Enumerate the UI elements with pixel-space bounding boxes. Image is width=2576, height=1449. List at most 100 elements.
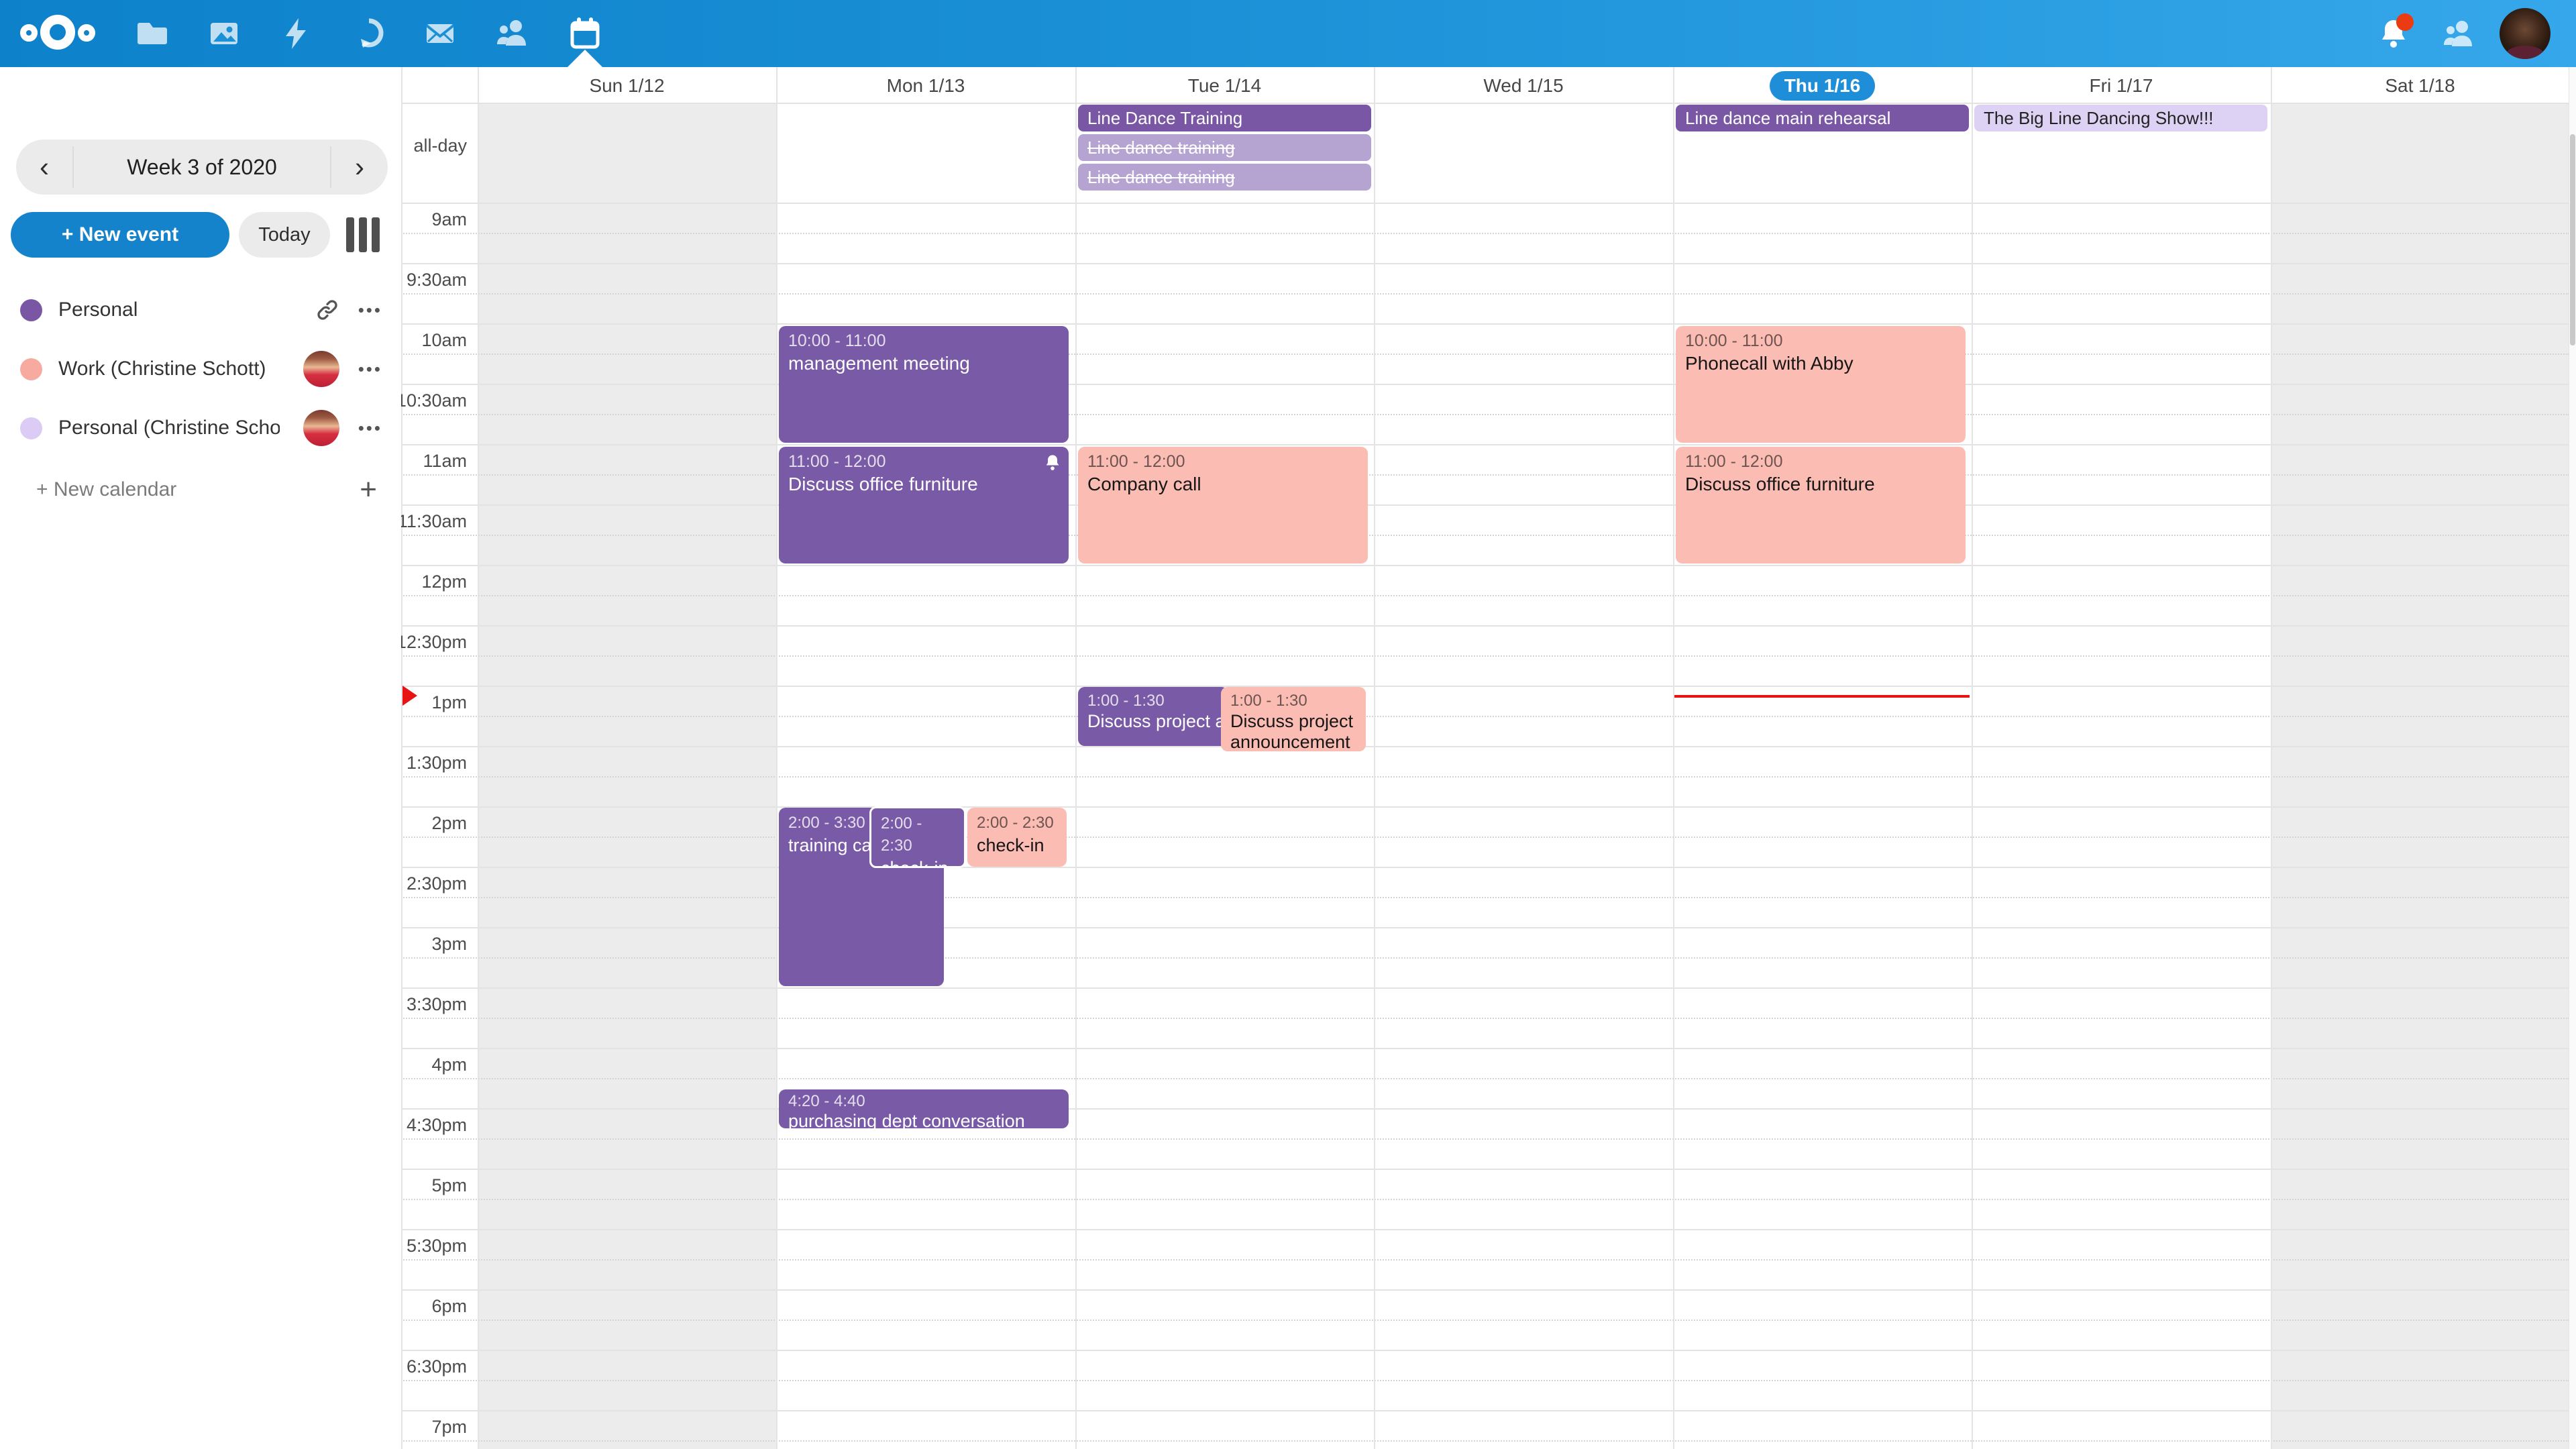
column-border <box>1374 67 1375 1449</box>
day-header-wed: Wed 1/15 <box>1374 67 1673 104</box>
shared-by-avatar <box>303 410 339 446</box>
column-border <box>478 67 479 1449</box>
event-discuss-office-furniture[interactable]: 11:00 - 12:00 Discuss office furniture <box>779 447 1069 564</box>
column-border <box>776 67 777 1449</box>
calendar-color-dot[interactable] <box>20 417 42 439</box>
day-header-fri: Fri 1/17 <box>1972 67 2271 104</box>
calendar-item-work-christine[interactable]: Work (Christine Schott) ••• <box>0 342 401 396</box>
grid-row <box>401 927 2569 987</box>
day-header-thu-today: Thu 1/16 <box>1673 67 1972 104</box>
reminder-bell-icon <box>1043 453 1062 472</box>
grid-row <box>401 203 2569 263</box>
logo-circle <box>20 24 38 42</box>
grid-row <box>401 1289 2569 1350</box>
user-avatar[interactable] <box>2500 8 2551 59</box>
share-link-icon[interactable] <box>315 298 339 322</box>
day-header-sun: Sun 1/12 <box>478 67 776 104</box>
day-header-mon: Mon 1/13 <box>776 67 1075 104</box>
files-icon[interactable] <box>134 16 169 51</box>
today-pill: Thu 1/16 <box>1770 71 1876 101</box>
event-discuss-project-announcement-purple[interactable]: 1:00 - 1:30 Discuss project ann <box>1078 687 1228 746</box>
talk-icon[interactable] <box>352 16 386 51</box>
grid-row <box>401 263 2569 323</box>
now-indicator-arrow <box>402 686 417 706</box>
grid-row <box>401 867 2569 927</box>
calendar-name: Work (Christine Schott) <box>58 358 266 380</box>
app-window: ‹ Week 3 of 2020 › + New event Today Per… <box>0 0 2576 1449</box>
event-purchasing-dept-conversation[interactable]: 4:20 - 4:40 purchasing dept conversation <box>779 1089 1069 1128</box>
event-company-call[interactable]: 11:00 - 12:00 Company call <box>1078 447 1368 564</box>
logo-circle <box>78 24 95 42</box>
view-switcher-week-icon[interactable] <box>346 217 381 252</box>
grid-row <box>401 625 2569 686</box>
calendar-icon[interactable] <box>568 16 602 51</box>
event-management-meeting[interactable]: 10:00 - 11:00 management meeting <box>779 326 1069 443</box>
grid-row <box>401 323 2569 384</box>
grid-row <box>401 1350 2569 1410</box>
new-calendar-row[interactable]: + New calendar + <box>0 463 401 517</box>
grid-row <box>401 1229 2569 1289</box>
grid-row <box>401 504 2569 565</box>
all-day-event[interactable]: Line Dance Training <box>1078 105 1371 131</box>
grid-row <box>401 1169 2569 1229</box>
calendar-menu-icon[interactable]: ••• <box>358 418 382 439</box>
calendar-item-personal-christine[interactable]: Personal (Christine Scho…) ••• <box>0 401 401 455</box>
header-divider <box>401 103 2569 104</box>
all-day-event[interactable]: The Big Line Dancing Show!!! <box>1974 105 2267 131</box>
nextcloud-logo[interactable] <box>20 12 95 55</box>
calendar-menu-icon[interactable]: ••• <box>358 359 382 380</box>
grid-row <box>401 444 2569 504</box>
mail-icon[interactable] <box>423 16 458 51</box>
column-border <box>2271 67 2272 1449</box>
week-switcher: ‹ Week 3 of 2020 › <box>16 140 388 195</box>
grid-row <box>401 1048 2569 1108</box>
scrollbar-thumb[interactable] <box>2570 134 2575 345</box>
all-day-event[interactable]: Line dance main rehearsal <box>1676 105 1969 131</box>
logo-circle <box>40 15 75 50</box>
grid-row <box>401 746 2569 806</box>
column-border <box>1673 67 1674 1449</box>
grid-row <box>401 686 2569 746</box>
column-border <box>1075 67 1077 1449</box>
week-label[interactable]: Week 3 of 2020 <box>74 155 330 180</box>
event-check-in-pink[interactable]: 2:00 - 2:30 check-in <box>967 808 1067 867</box>
shared-by-avatar <box>303 351 339 387</box>
all-day-event-declined[interactable]: Line dance training <box>1078 134 1371 161</box>
calendar-menu-icon[interactable]: ••• <box>358 300 382 321</box>
today-button[interactable]: Today <box>239 212 330 258</box>
day-header-tue: Tue 1/14 <box>1075 67 1374 104</box>
activity-icon[interactable] <box>279 16 314 51</box>
grid-row <box>401 565 2569 625</box>
event-check-in-purple[interactable]: 2:00 - 2:30 check-in <box>869 806 966 868</box>
column-border <box>1972 67 1973 1449</box>
grid-row <box>401 806 2569 867</box>
new-event-button[interactable]: + New event <box>11 212 229 258</box>
plus-icon[interactable]: + <box>360 473 377 506</box>
calendar-color-dot[interactable] <box>20 299 42 321</box>
calendar-name: Personal (Christine Scho…) <box>58 417 280 439</box>
notifications-bell-icon[interactable] <box>2376 16 2411 51</box>
photos-icon[interactable] <box>207 16 241 51</box>
notification-dot <box>2396 13 2414 31</box>
event-discuss-project-announcement-pink[interactable]: 1:00 - 1:30 Discuss project announcement <box>1221 687 1366 751</box>
new-calendar-label[interactable]: + New calendar <box>36 478 176 501</box>
grid-row <box>401 1108 2569 1169</box>
sidebar: ‹ Week 3 of 2020 › + New event Today Per… <box>0 67 401 1449</box>
contacts-icon[interactable] <box>495 16 530 51</box>
contacts-menu-icon[interactable] <box>2442 16 2477 51</box>
now-indicator-line <box>1674 695 1970 698</box>
event-phonecall-with-abby[interactable]: 10:00 - 11:00 Phonecall with Abby <box>1676 326 1966 443</box>
top-bar <box>0 0 2576 67</box>
calendar-name: Personal <box>58 299 138 321</box>
day-header-sat: Sat 1/18 <box>2271 67 2569 104</box>
grid-row <box>401 987 2569 1048</box>
active-app-notch <box>568 50 602 67</box>
all-day-event-declined[interactable]: Line dance training <box>1078 164 1371 191</box>
event-discuss-office-furniture-thu[interactable]: 11:00 - 12:00 Discuss office furniture <box>1676 447 1966 564</box>
grid-row <box>401 1410 2569 1449</box>
calendar-item-personal[interactable]: Personal ••• <box>0 283 401 337</box>
previous-week-button[interactable]: ‹ <box>16 140 72 195</box>
calendar-color-dot[interactable] <box>20 358 42 380</box>
grid-row <box>401 384 2569 444</box>
next-week-button[interactable]: › <box>331 140 388 195</box>
